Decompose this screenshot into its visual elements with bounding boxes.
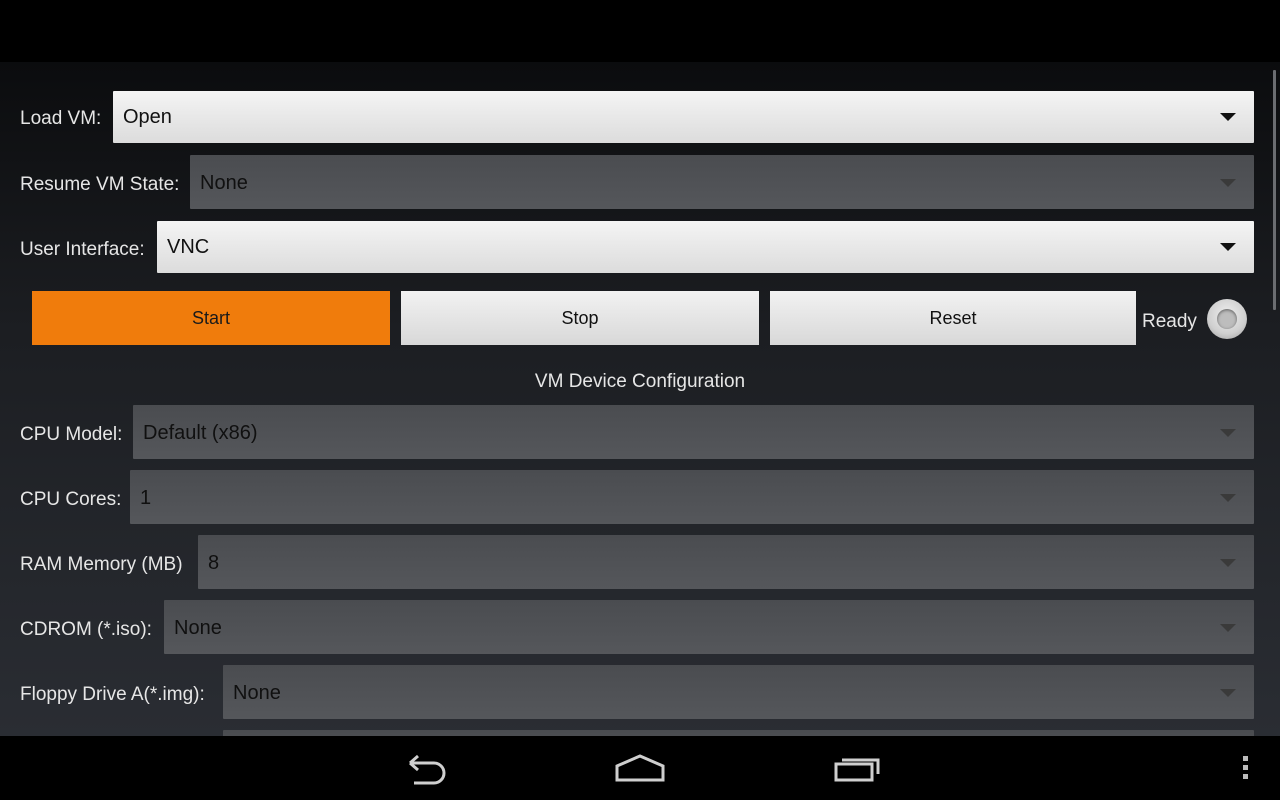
cpu-cores-label: CPU Cores:: [20, 489, 122, 510]
ram-value: 8: [208, 552, 220, 574]
menu-dot: [1242, 756, 1248, 761]
resume-state-label: Resume VM State:: [20, 174, 180, 195]
dropdown-arrow-icon: [1220, 113, 1236, 121]
overflow-menu-icon[interactable]: [1238, 756, 1252, 784]
recent-apps-icon[interactable]: [832, 750, 884, 786]
cpu-model-label: CPU Model:: [20, 424, 123, 445]
reset-button[interactable]: Reset: [770, 291, 1136, 345]
floppy-a-dropdown[interactable]: None: [223, 665, 1254, 719]
user-interface-dropdown[interactable]: VNC: [157, 221, 1254, 273]
user-interface-value: VNC: [167, 236, 210, 258]
back-arrow-icon[interactable]: [398, 750, 450, 786]
main-content: Load VM: Open Resume VM State: None User…: [0, 62, 1280, 736]
home-icon[interactable]: [614, 750, 666, 786]
cpu-cores-row: CPU Cores: 1: [0, 470, 1280, 524]
control-buttons-row: Start Stop Reset Ready: [0, 291, 1280, 347]
stop-button[interactable]: Stop: [401, 291, 759, 345]
status-indicator: [1207, 299, 1247, 339]
cdrom-label: CDROM (*.iso):: [20, 619, 152, 640]
ram-label: RAM Memory (MB): [20, 554, 183, 575]
load-vm-value: Open: [123, 106, 172, 128]
floppy-a-row: Floppy Drive A(*.img): None: [0, 665, 1280, 719]
status-indicator-dot: [1217, 309, 1237, 329]
device-config-title: VM Device Configuration: [534, 371, 746, 392]
resume-state-value: None: [200, 172, 248, 194]
user-interface-label: User Interface:: [20, 239, 145, 260]
cpu-cores-value: 1: [140, 487, 152, 509]
ram-row: RAM Memory (MB) 8: [0, 535, 1280, 589]
dropdown-arrow-icon: [1220, 689, 1236, 697]
dropdown-arrow-icon: [1220, 179, 1236, 187]
resume-state-row: Resume VM State: None: [0, 155, 1280, 209]
menu-dot: [1242, 765, 1248, 770]
floppy-a-label: Floppy Drive A(*.img):: [20, 684, 205, 705]
cpu-model-row: CPU Model: Default (x86): [0, 405, 1280, 459]
cdrom-dropdown[interactable]: None: [164, 600, 1254, 654]
resume-state-dropdown[interactable]: None: [190, 155, 1254, 209]
status-label: Ready: [1142, 311, 1197, 332]
dropdown-arrow-icon: [1220, 559, 1236, 567]
load-vm-row: Load VM: Open: [0, 91, 1280, 143]
floppy-a-value: None: [233, 682, 281, 704]
menu-dot: [1242, 774, 1248, 779]
cdrom-value: None: [174, 617, 222, 639]
navigation-bar: [0, 736, 1280, 800]
dropdown-arrow-icon: [1220, 624, 1236, 632]
cpu-model-dropdown[interactable]: Default (x86): [133, 405, 1254, 459]
cdrom-row: CDROM (*.iso): None: [0, 600, 1280, 654]
dropdown-arrow-icon: [1220, 494, 1236, 502]
status-bar: [0, 0, 1280, 62]
cpu-cores-dropdown[interactable]: 1: [130, 470, 1254, 524]
cpu-model-value: Default (x86): [143, 422, 258, 444]
load-vm-dropdown[interactable]: Open: [113, 91, 1254, 143]
dropdown-arrow-icon: [1220, 243, 1236, 251]
dropdown-arrow-icon: [1220, 429, 1236, 437]
ram-dropdown[interactable]: 8: [198, 535, 1254, 589]
load-vm-label: Load VM:: [20, 108, 102, 129]
start-button[interactable]: Start: [32, 291, 390, 345]
user-interface-row: User Interface: VNC: [0, 221, 1280, 273]
